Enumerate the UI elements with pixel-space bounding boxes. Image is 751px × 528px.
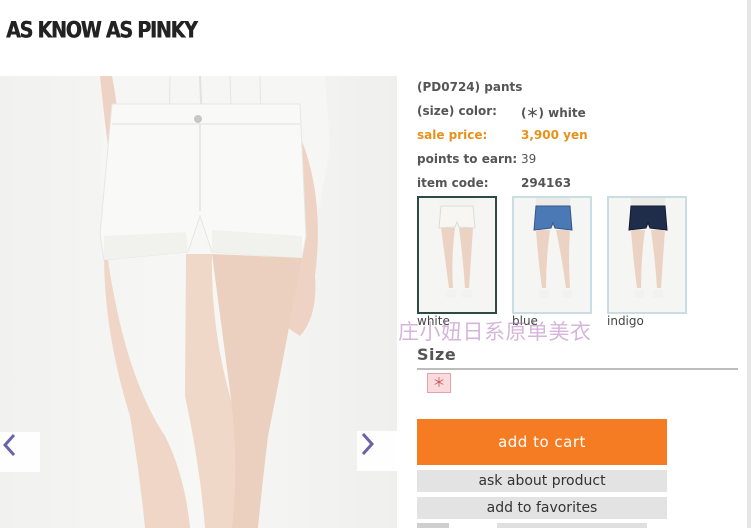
partial-field[interactable] bbox=[497, 523, 647, 528]
points-value: 39 bbox=[521, 152, 537, 166]
color-thumb-blue[interactable] bbox=[512, 196, 592, 314]
color-label-indigo: indigo bbox=[607, 314, 644, 328]
sale-price-label: sale price: bbox=[417, 128, 488, 142]
watermark-text: 庄小妞日系原单美衣 bbox=[398, 320, 592, 344]
next-image-button[interactable] bbox=[357, 431, 397, 471]
ask-about-product-button[interactable]: ask about product bbox=[417, 470, 667, 492]
add-to-favorites-button[interactable]: add to favorites bbox=[417, 497, 667, 519]
model-wearing-shorts-illustration bbox=[99, 76, 330, 528]
brand-logo[interactable]: AS KNOW AS PINKY bbox=[6, 18, 198, 43]
item-code-label: item code: bbox=[417, 176, 489, 190]
color-thumb-white[interactable] bbox=[417, 196, 497, 314]
color-value: (＊) white bbox=[521, 106, 586, 120]
size-divider bbox=[417, 368, 738, 370]
previous-image-button[interactable] bbox=[0, 432, 40, 472]
partial-label bbox=[417, 523, 449, 528]
partial-row-below bbox=[417, 523, 747, 528]
blue-shorts-thumbnail bbox=[533, 198, 573, 298]
white-shorts-thumbnail bbox=[438, 198, 476, 298]
chevron-right-icon bbox=[361, 432, 375, 456]
add-to-cart-button[interactable]: add to cart bbox=[417, 419, 667, 465]
size-heading: Size bbox=[417, 345, 457, 364]
indigo-shorts-thumbnail bbox=[628, 198, 668, 298]
item-code-value: 294163 bbox=[521, 176, 572, 190]
product-name: (PD0724) pants bbox=[417, 80, 523, 94]
points-label: points to earn: bbox=[417, 152, 518, 166]
scrollbar-track[interactable] bbox=[747, 0, 751, 528]
sale-price-value: 3,900 yen bbox=[521, 128, 588, 142]
color-thumb-indigo[interactable] bbox=[607, 196, 687, 314]
size-option[interactable]: ＊ bbox=[427, 373, 451, 393]
product-main-image bbox=[0, 76, 397, 528]
chevron-left-icon bbox=[2, 433, 16, 457]
color-label: (size) color: bbox=[417, 104, 497, 118]
